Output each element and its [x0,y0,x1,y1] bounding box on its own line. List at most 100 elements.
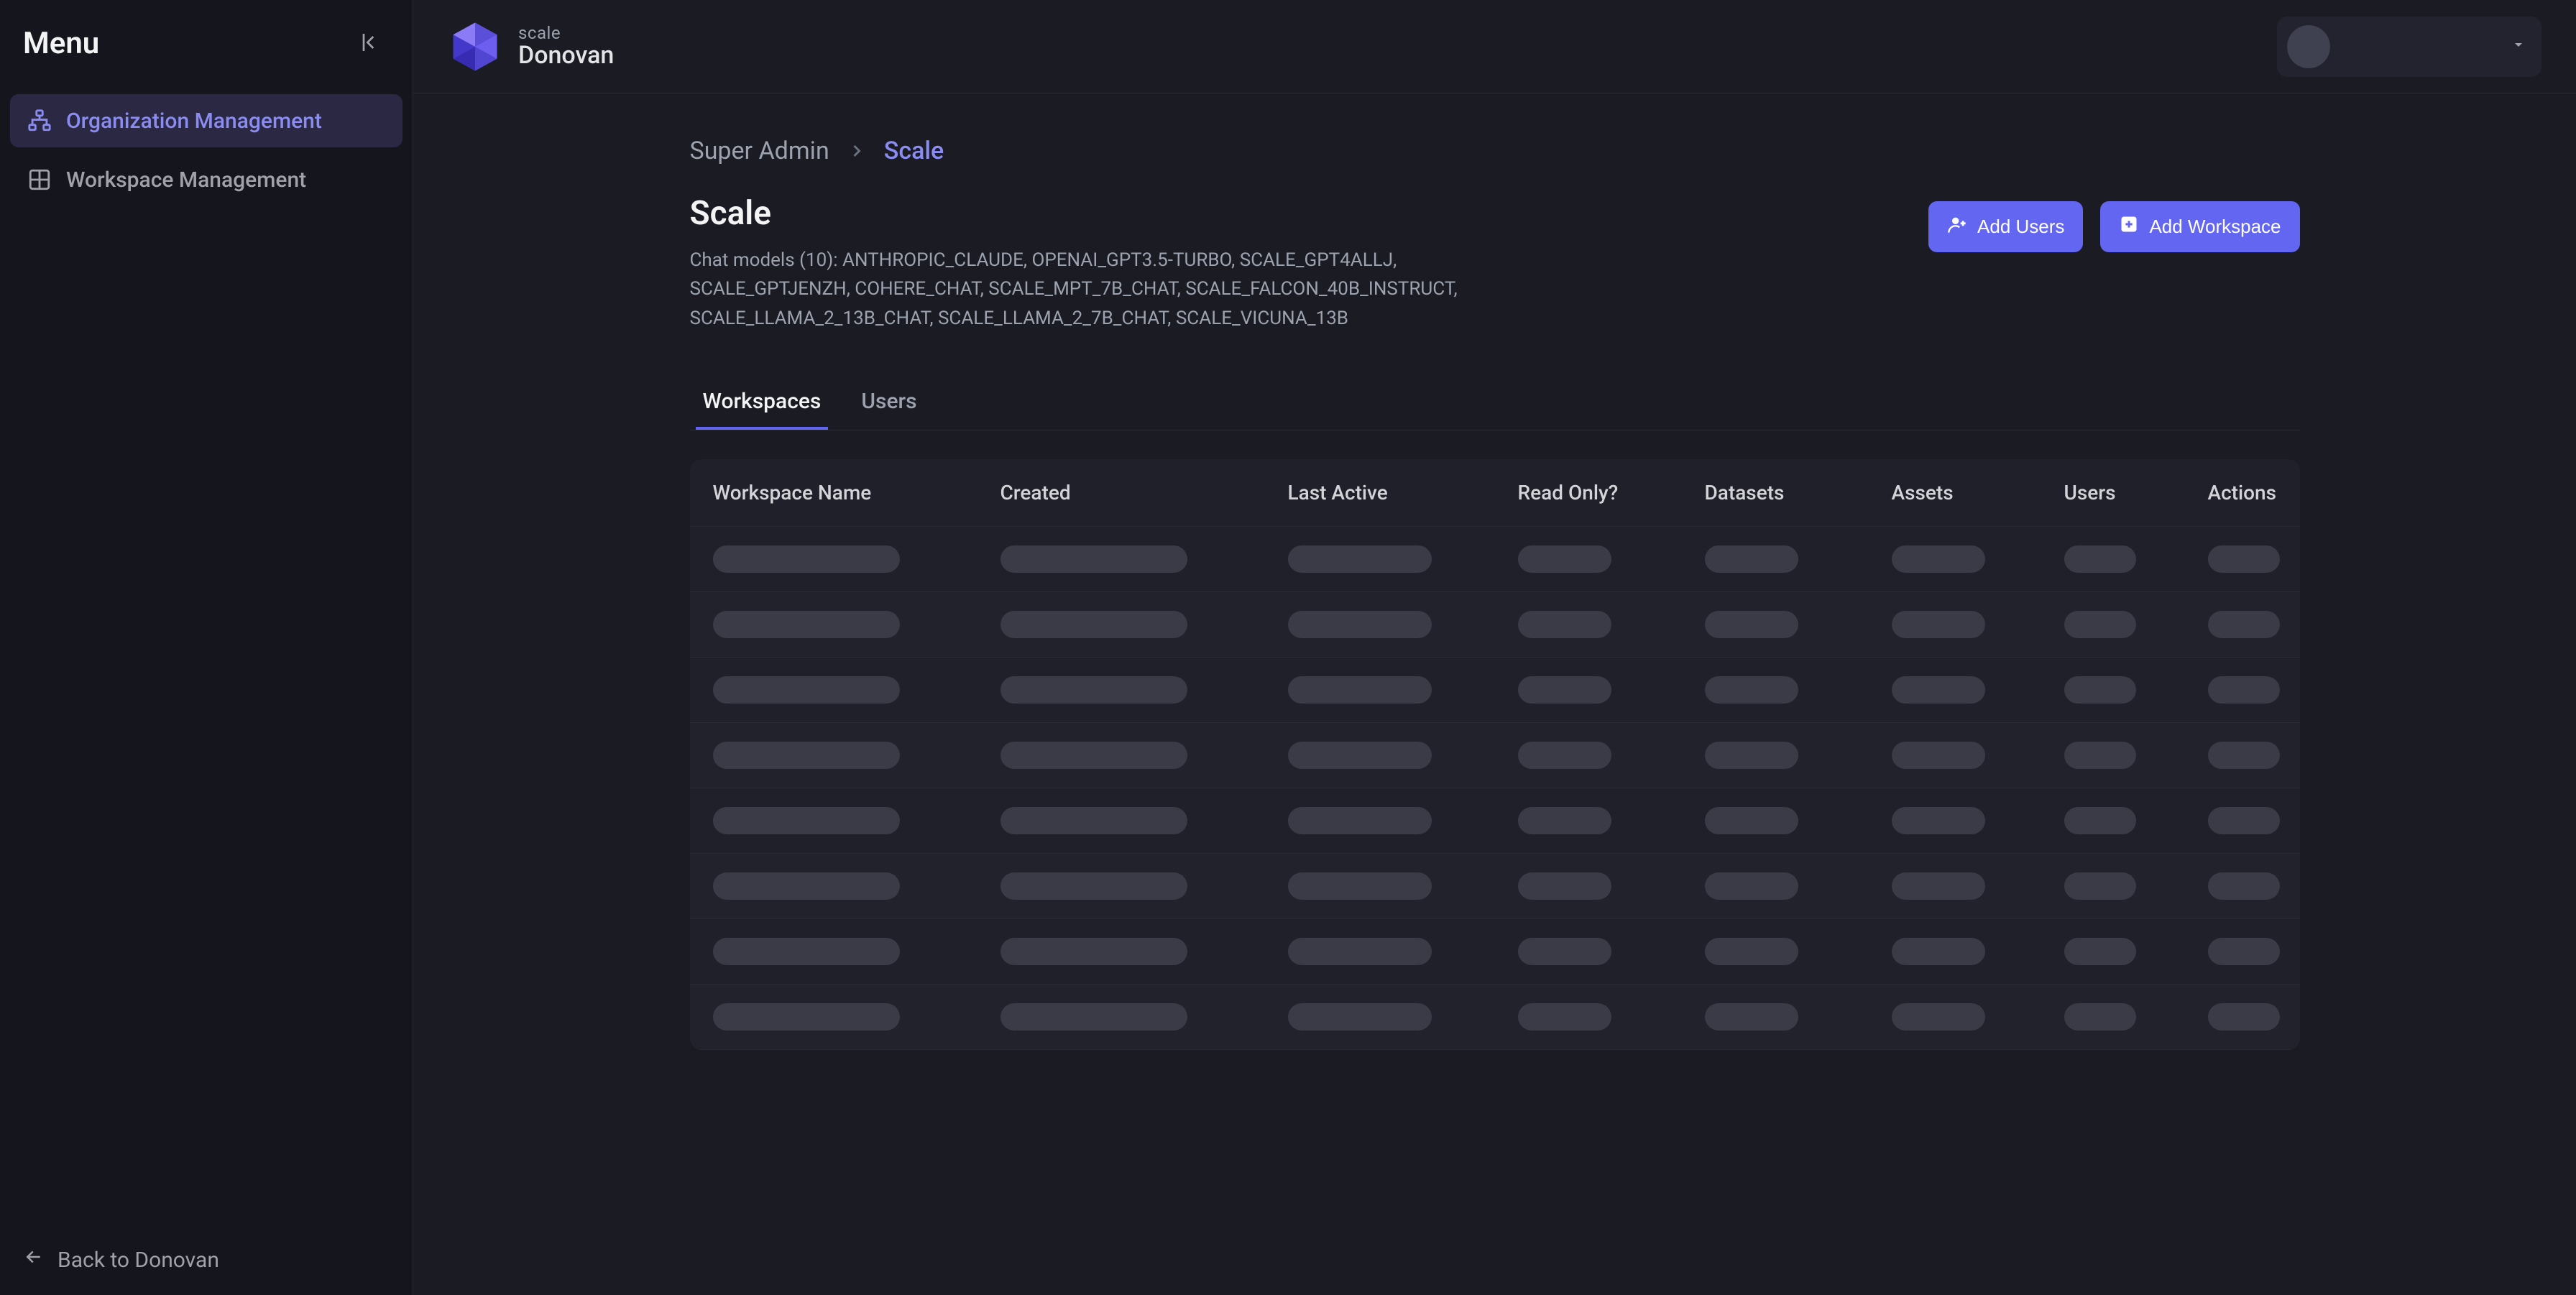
skeleton-loader [713,807,900,834]
sidebar: Menu Organization Management Workspace M… [0,0,413,1295]
org-chart-icon [26,107,53,134]
skeleton-loader [2208,611,2280,638]
skeleton-loader [1892,872,1985,900]
skeleton-loader [2208,938,2280,965]
skeleton-loader [1705,676,1798,704]
collapse-sidebar-button[interactable] [355,27,390,61]
workspaces-table: Workspace Name Created Last Active Read … [690,459,2300,1050]
skeleton-loader [2208,545,2280,573]
brand: scale Donovan [448,19,614,74]
back-to-donovan-button[interactable]: Back to Donovan [0,1225,413,1295]
content: Super Admin Scale Scale Chat models (10)… [413,93,2576,1295]
skeleton-loader [2064,872,2136,900]
skeleton-loader [1892,611,1985,638]
skeleton-loader [1892,676,1985,704]
skeleton-loader [713,676,900,704]
plus-square-icon [2119,214,2139,239]
table-row [690,854,2300,919]
breadcrumb-root[interactable]: Super Admin [690,137,829,165]
skeleton-loader [1892,545,1985,573]
sidebar-item-workspace-management[interactable]: Workspace Management [10,153,402,206]
sidebar-item-label: Workspace Management [66,167,306,193]
tab-workspaces[interactable]: Workspaces [696,376,829,430]
topbar: scale Donovan [413,0,2576,93]
skeleton-loader [2208,676,2280,704]
button-label: Add Workspace [2149,216,2281,238]
header-actions: Add Users Add Workspace [1928,194,2299,252]
brand-logo-icon [448,19,502,74]
sidebar-item-organization-management[interactable]: Organization Management [10,94,402,147]
skeleton-loader [713,611,900,638]
skeleton-loader [2208,807,2280,834]
back-label: Back to Donovan [58,1248,219,1273]
add-workspace-button[interactable]: Add Workspace [2100,201,2299,252]
skeleton-loader [1892,742,1985,769]
skeleton-loader [1288,611,1432,638]
skeleton-loader [2064,611,2136,638]
column-created: Created [1000,481,1288,504]
skeleton-loader [1000,545,1187,573]
tab-users[interactable]: Users [854,376,924,430]
skeleton-loader [1518,872,1611,900]
skeleton-loader [713,545,900,573]
skeleton-loader [1288,545,1432,573]
skeleton-loader [1518,807,1611,834]
brand-name: Donovan [518,42,614,69]
skeleton-loader [1288,1003,1432,1031]
skeleton-loader [1000,742,1187,769]
skeleton-loader [2208,742,2280,769]
chevron-down-icon [2510,36,2527,57]
breadcrumb: Super Admin Scale [690,137,2300,165]
skeleton-loader [1892,807,1985,834]
brand-supertitle: scale [518,24,614,42]
skeleton-loader [1518,611,1611,638]
skeleton-loader [2064,1003,2136,1031]
skeleton-loader [2208,872,2280,900]
skeleton-loader [1288,807,1432,834]
skeleton-loader [1518,1003,1611,1031]
skeleton-loader [1000,872,1187,900]
page-header: Scale Chat models (10): ANTHROPIC_CLAUDE… [690,194,2300,333]
breadcrumb-current: Scale [884,137,944,165]
skeleton-loader [1518,676,1611,704]
skeleton-loader [1705,611,1798,638]
skeleton-loader [2064,676,2136,704]
skeleton-loader [1288,742,1432,769]
main: scale Donovan Super Admin Scale [413,0,2576,1295]
skeleton-loader [1705,938,1798,965]
arrow-left-icon [23,1246,45,1273]
skeleton-loader [1000,676,1187,704]
column-assets: Assets [1892,481,2064,504]
skeleton-loader [1518,545,1611,573]
sidebar-item-label: Organization Management [66,109,322,134]
page-title: Scale [690,194,1552,233]
column-last-active: Last Active [1288,481,1518,504]
avatar [2287,25,2330,68]
skeleton-loader [1000,938,1187,965]
skeleton-loader [2064,742,2136,769]
table-row [690,919,2300,985]
brand-text: scale Donovan [518,24,614,70]
skeleton-loader [2208,1003,2280,1031]
column-datasets: Datasets [1705,481,1892,504]
skeleton-loader [1705,1003,1798,1031]
skeleton-loader [1518,938,1611,965]
grid-icon [26,166,53,193]
user-plus-icon [1947,214,1967,239]
table-row [690,723,2300,788]
column-workspace-name: Workspace Name [713,481,1000,504]
sidebar-title: Menu [23,26,99,61]
skeleton-loader [713,742,900,769]
add-users-button[interactable]: Add Users [1928,201,2083,252]
skeleton-loader [1288,676,1432,704]
skeleton-loader [1705,807,1798,834]
chevron-right-icon [847,141,867,161]
skeleton-loader [2064,545,2136,573]
skeleton-loader [1000,611,1187,638]
skeleton-loader [1705,872,1798,900]
skeleton-loader [2064,807,2136,834]
tabs: Workspaces Users [690,376,2300,430]
skeleton-loader [1000,1003,1187,1031]
user-menu-dropdown[interactable] [2277,17,2542,77]
button-label: Add Users [1977,216,2064,238]
